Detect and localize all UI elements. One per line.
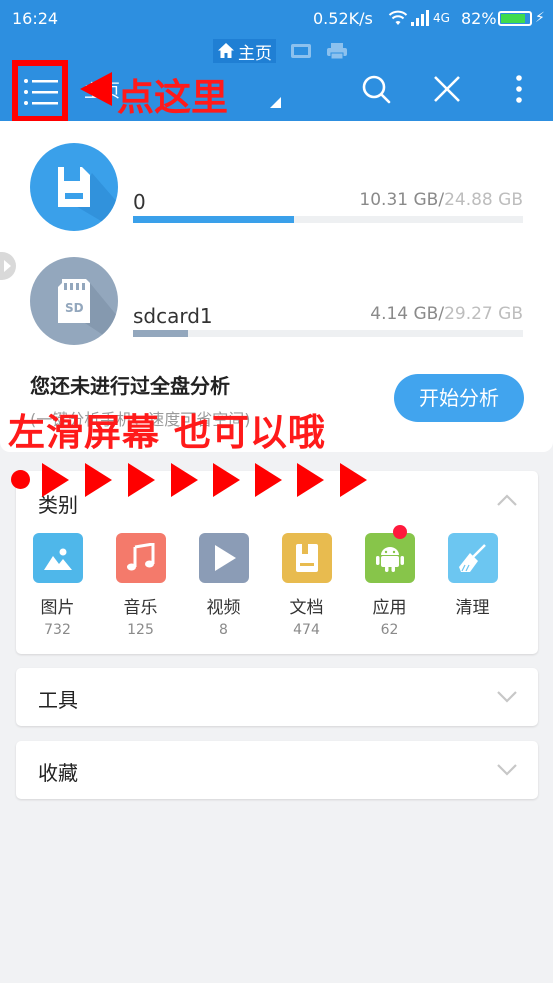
category-label: 应用 bbox=[372, 598, 407, 618]
new-badge-dot bbox=[392, 525, 407, 539]
tab-home-label: 主页 bbox=[238, 43, 272, 64]
broom-icon bbox=[447, 533, 498, 583]
music-icon bbox=[115, 533, 166, 583]
category-item-documents[interactable]: 文档 474 bbox=[265, 533, 348, 638]
network-type: 4G bbox=[433, 11, 450, 25]
annotation-triangle bbox=[171, 463, 198, 497]
wifi-icon bbox=[388, 10, 408, 25]
svg-text:SD: SD bbox=[65, 301, 84, 315]
annotation-triangle bbox=[213, 463, 240, 497]
status-time: 16:24 bbox=[12, 9, 59, 28]
more-vertical-icon[interactable] bbox=[503, 73, 535, 105]
category-label: 清理 bbox=[455, 598, 490, 618]
search-icon[interactable] bbox=[360, 73, 392, 105]
annotation-dot bbox=[11, 470, 30, 489]
category-count: 474 bbox=[293, 622, 320, 638]
charging-icon: ⚡ bbox=[535, 10, 545, 26]
chevron-down-icon[interactable] bbox=[496, 690, 518, 704]
battery-icon bbox=[498, 11, 532, 26]
drive-usage-bar bbox=[133, 216, 523, 223]
drive-name: 0 bbox=[133, 190, 146, 214]
category-count: 125 bbox=[127, 622, 154, 638]
chevron-up-icon[interactable] bbox=[496, 493, 518, 507]
close-icon[interactable] bbox=[431, 73, 463, 105]
drive-item[interactable]: 0 10.31 GB/24.88 GB bbox=[0, 143, 553, 243]
android-icon bbox=[364, 525, 415, 583]
printer-tab-icon[interactable] bbox=[326, 42, 348, 60]
category-card: 类别 图片 732 音乐 125 视频 8 文档 474 应用 62 清理 bbox=[16, 471, 538, 654]
category-label: 文档 bbox=[289, 598, 324, 618]
drive-size: 4.14 GB/29.27 GB bbox=[370, 304, 523, 324]
annotation-menu-hint: 点这里 bbox=[117, 76, 228, 119]
category-label: 视频 bbox=[206, 598, 241, 618]
drive-size: 10.31 GB/24.88 GB bbox=[359, 190, 523, 210]
image-tab-icon[interactable] bbox=[290, 42, 312, 60]
annotation-swipe-hint: 左滑屏幕 也可以哦 bbox=[8, 411, 326, 454]
annotation-triangle bbox=[42, 463, 69, 497]
status-bar: 16:24 0.52K/s 4G 82% ⚡ bbox=[0, 0, 553, 37]
favorites-title: 收藏 bbox=[38, 761, 78, 785]
window-tabs: 主页 bbox=[213, 39, 348, 64]
category-item-clean[interactable]: 清理 bbox=[431, 533, 514, 638]
start-analysis-button[interactable]: 开始分析 bbox=[394, 374, 524, 422]
video-play-icon bbox=[198, 533, 249, 583]
category-grid: 图片 732 音乐 125 视频 8 文档 474 应用 62 清理 bbox=[16, 525, 538, 638]
battery-percent: 82% bbox=[461, 9, 497, 28]
home-icon bbox=[218, 43, 234, 58]
sd-storage-icon bbox=[30, 143, 118, 231]
category-count: 732 bbox=[44, 622, 71, 638]
tools-title: 工具 bbox=[38, 688, 78, 712]
drive-usage-bar bbox=[133, 330, 523, 337]
category-count: 8 bbox=[219, 622, 228, 638]
path-dropdown-icon[interactable] bbox=[270, 97, 281, 108]
annotation-triangle bbox=[255, 463, 282, 497]
tools-section[interactable]: 工具 bbox=[16, 668, 538, 726]
favorites-section[interactable]: 收藏 bbox=[16, 741, 538, 799]
category-item-music[interactable]: 音乐 125 bbox=[99, 533, 182, 638]
annotation-arrow bbox=[80, 72, 112, 106]
network-speed: 0.52K/s bbox=[313, 9, 373, 28]
annotation-triangle bbox=[85, 463, 112, 497]
tab-home[interactable]: 主页 bbox=[213, 39, 276, 64]
drive-item[interactable]: SD sdcard1 4.14 GB/29.27 GB bbox=[0, 257, 553, 357]
signal-icon bbox=[411, 10, 429, 26]
category-item-pictures[interactable]: 图片 732 bbox=[16, 533, 99, 638]
drive-name: sdcard1 bbox=[133, 304, 213, 328]
category-item-video[interactable]: 视频 8 bbox=[182, 533, 265, 638]
category-label: 音乐 bbox=[123, 598, 158, 618]
document-icon bbox=[281, 533, 332, 583]
analysis-title: 您还未进行过全盘分析 bbox=[30, 374, 230, 398]
chevron-right-icon bbox=[4, 260, 11, 272]
annotation-triangle bbox=[297, 463, 324, 497]
annotation-triangle bbox=[340, 463, 367, 497]
picture-icon bbox=[32, 533, 83, 583]
menu-highlight-box bbox=[12, 60, 68, 122]
category-item-apps[interactable]: 应用 62 bbox=[348, 525, 431, 638]
category-label: 图片 bbox=[40, 598, 75, 618]
category-count: 62 bbox=[380, 622, 399, 638]
chevron-down-icon[interactable] bbox=[496, 763, 518, 777]
sd-card-icon: SD bbox=[30, 257, 118, 345]
annotation-triangle bbox=[128, 463, 155, 497]
